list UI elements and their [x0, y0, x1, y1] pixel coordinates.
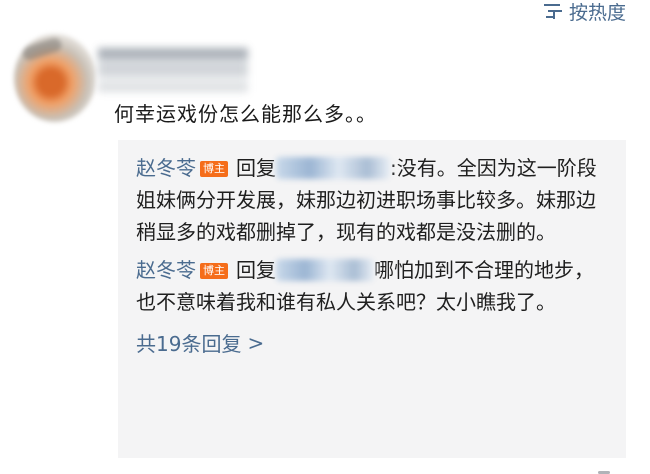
comment-screen: 按热度 何幸运戏份怎么能那么多。。 赵冬苓 博主 回复:没有。全因为这一阶段姐妹俩分…	[0, 0, 650, 474]
reply-author[interactable]: 赵冬苓	[136, 258, 196, 282]
blurred-username	[98, 48, 248, 92]
sort-label: 按热度	[568, 1, 626, 24]
view-all-replies-link[interactable]: 共19条回复 >	[136, 328, 264, 357]
reply-box: 赵冬苓 博主 回复:没有。全因为这一阶段姐妹俩分开发展，妹那边初进职场事比较多。妹那…	[118, 140, 626, 458]
reply-item: 赵冬苓 博主 回复 哪怕加到不合理的地步，也不意味着我和谁有私人关系吧？太小瞧我了。	[136, 254, 612, 318]
blogger-badge: 博主	[200, 161, 228, 177]
avatar[interactable]	[14, 34, 96, 122]
reply-author[interactable]: 赵冬苓	[136, 156, 196, 180]
chevron-right-icon: >	[247, 330, 265, 355]
more-replies-label: 共19条回复	[136, 332, 242, 356]
sort-icon	[543, 2, 563, 20]
reply-word: 回复	[236, 156, 276, 180]
comment-text: 何幸运戏份怎么能那么多。。	[114, 102, 377, 126]
blogger-badge: 博主	[200, 263, 228, 279]
blurred-reply-target	[276, 157, 390, 179]
reply-word: 回复	[236, 258, 276, 282]
blurred-reply-target	[276, 259, 374, 281]
sort-by-hot-button[interactable]: 按热度	[543, 0, 626, 24]
reply-item: 赵冬苓 博主 回复:没有。全因为这一阶段姐妹俩分开发展，妹那边初进职场事比较多。妹那…	[136, 152, 612, 248]
